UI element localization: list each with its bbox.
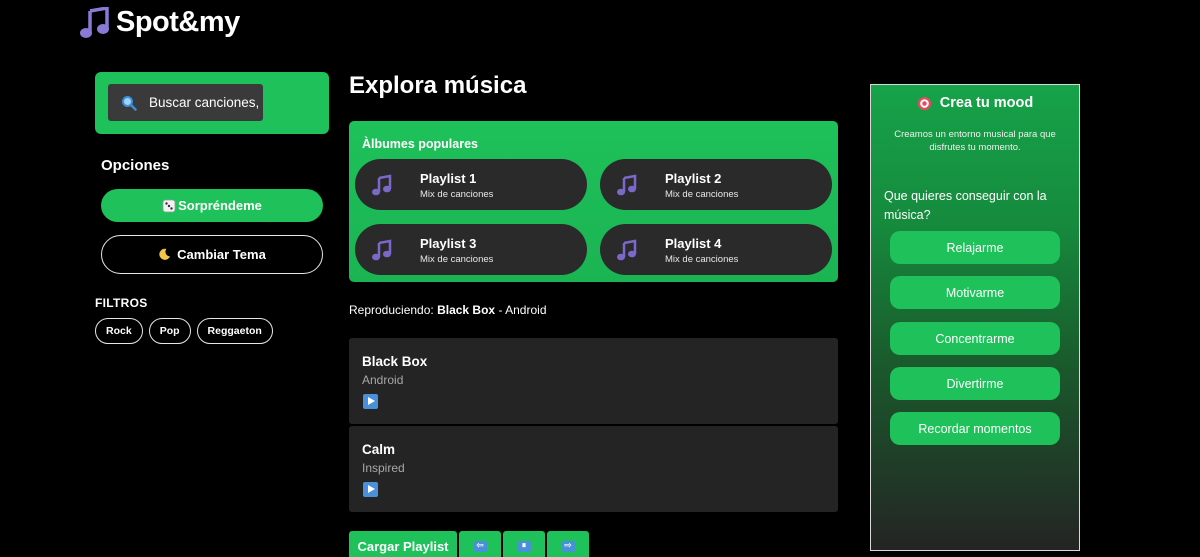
playlist-name: Playlist 2 [665, 171, 722, 186]
surprise-button[interactable]: Sorpréndeme [101, 189, 323, 222]
playlist-card[interactable]: Playlist 1 Mix de canciones [355, 159, 587, 210]
song-title: Calm [362, 442, 396, 457]
filter-chip-reggaeton[interactable]: Reggaeton [196, 318, 273, 344]
song-card: Black Box Android [349, 338, 838, 424]
app-name: Spot&my [116, 6, 240, 38]
filters-heading: FILTROS [95, 296, 148, 310]
mood-option-divertirme[interactable]: Divertirme [890, 367, 1060, 400]
now-playing-separator: - [498, 303, 503, 317]
change-theme-label: Cambiar Tema [177, 247, 266, 262]
now-playing-artist: Android [505, 303, 547, 317]
search-placeholder: Buscar canciones, [149, 95, 260, 110]
playlist-subtitle: Mix de canciones [420, 254, 494, 265]
search-icon [122, 95, 137, 111]
player-controls: Cargar Playlist ⇦ ⏸ ⇨ [349, 531, 589, 557]
pause-icon: ⏸ [517, 540, 531, 552]
search-button[interactable]: Buscar canciones, [108, 84, 263, 121]
mood-option-motivarme[interactable]: Motivarme [890, 276, 1060, 309]
next-button[interactable]: ⇨ [547, 531, 589, 557]
arrow-left-icon: ⇦ [473, 540, 487, 552]
music-note-icon [372, 174, 392, 196]
mood-title: Crea tu mood [939, 95, 1034, 111]
page-title: Explora música [349, 72, 527, 99]
mood-option-recordar-momentos[interactable]: Recordar momentos [890, 412, 1060, 445]
mood-panel: Crea tu mood Creamos un entorno musical … [870, 84, 1080, 551]
playlist-subtitle: Mix de canciones [420, 189, 494, 200]
music-note-icon [80, 6, 109, 38]
playlist-subtitle: Mix de canciones [665, 254, 739, 265]
song-card: Calm Inspired [349, 426, 838, 512]
song-artist: Inspired [362, 461, 405, 475]
app-logo: Spot&my [80, 6, 240, 39]
filter-chips: Rock Pop Reggaeton [95, 318, 273, 344]
playlist-card[interactable]: Playlist 2 Mix de canciones [600, 159, 832, 210]
playlist-subtitle: Mix de canciones [665, 189, 739, 200]
now-playing-prefix: Reproduciendo: [349, 303, 434, 317]
song-artist: Android [362, 373, 404, 387]
music-note-icon [617, 239, 637, 261]
surprise-label: Sorpréndeme [178, 198, 262, 213]
play-icon[interactable] [363, 394, 378, 409]
mood-description: Creamos un entorno musical para que disf… [894, 129, 1056, 153]
music-note-icon [372, 239, 392, 261]
previous-button[interactable]: ⇦ [459, 531, 501, 557]
playlist-card[interactable]: Playlist 3 Mix de canciones [355, 224, 587, 275]
playlist-name: Playlist 3 [420, 236, 477, 251]
mood-option-relajarme[interactable]: Relajarme [890, 231, 1060, 264]
pause-button[interactable]: ⏸ [503, 531, 545, 557]
dice-icon [162, 199, 176, 212]
playlist-card[interactable]: Playlist 4 Mix de canciones [600, 224, 832, 275]
mood-question: Que quieres conseguir con la música? [884, 189, 1047, 222]
now-playing-song: Black Box [437, 303, 496, 317]
filter-chip-rock[interactable]: Rock [95, 318, 143, 344]
options-heading: Opciones [101, 157, 170, 174]
target-icon [917, 96, 931, 110]
popular-albums-card: Àlbumes populares Playlist 1 Mix de canc… [349, 121, 838, 282]
moon-icon [159, 248, 171, 260]
change-theme-button[interactable]: Cambiar Tema [101, 235, 323, 274]
mood-option-concentrarme[interactable]: Concentrarme [890, 322, 1060, 355]
popular-albums-heading: Àlbumes populares [362, 137, 478, 151]
music-note-icon [617, 174, 637, 196]
filter-chip-pop[interactable]: Pop [148, 318, 191, 344]
mood-heading: Crea tu mood [871, 95, 1079, 111]
search-card: Buscar canciones, [95, 72, 329, 134]
arrow-right-icon: ⇨ [561, 540, 575, 552]
now-playing-status: Reproduciendo: Black Box - Android [349, 303, 547, 317]
song-title: Black Box [362, 354, 428, 369]
playlist-name: Playlist 4 [665, 236, 722, 251]
play-icon[interactable] [363, 482, 378, 497]
load-playlist-button[interactable]: Cargar Playlist [349, 531, 457, 557]
playlist-name: Playlist 1 [420, 171, 477, 186]
